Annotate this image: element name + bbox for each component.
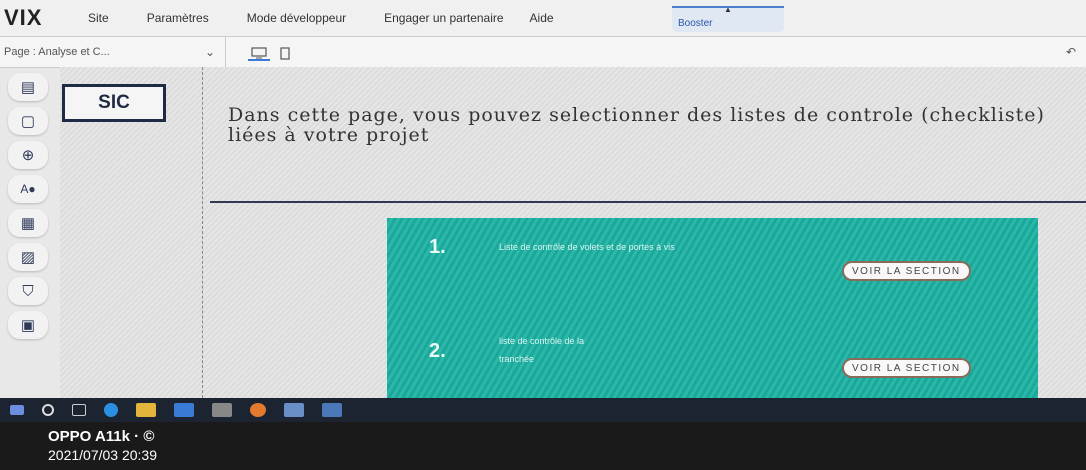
photo-datetime: 2021/07/03 20:39	[48, 447, 157, 463]
page-heading[interactable]: Dans cette page, vous pouvez selectionne…	[228, 105, 1048, 145]
undo-icon[interactable]: ↶	[1066, 45, 1076, 59]
design-icon[interactable]: A●	[8, 175, 48, 203]
grid-guide	[202, 67, 203, 398]
booster-label: Booster	[678, 18, 713, 29]
search-icon[interactable]	[42, 404, 54, 416]
store-app-icon[interactable]	[212, 403, 232, 417]
menu-site[interactable]: Site	[88, 11, 109, 25]
windows-start-icon[interactable]	[10, 405, 24, 415]
menu-parametres[interactable]: Paramètres	[147, 11, 209, 25]
task-view-icon[interactable]	[72, 404, 86, 416]
top-menu-bar: VIX Site Paramètres Mode développeur Eng…	[0, 0, 1086, 36]
voir-section-button[interactable]: VOIR LA SECTION	[842, 261, 971, 281]
desktop-view-button[interactable]	[248, 43, 270, 61]
page-selector-label: Page : Analyse et C...	[4, 46, 110, 58]
mobile-icon	[280, 47, 290, 60]
chevron-down-icon: ⌄	[204, 45, 215, 59]
item-number: 2.	[429, 340, 446, 362]
photos-icon[interactable]	[284, 403, 304, 417]
store-icon[interactable]: ⛉	[8, 277, 48, 305]
chevron-up-icon: ▲	[724, 5, 732, 14]
edge-browser-icon[interactable]	[104, 403, 118, 417]
wix-logo: VIX	[4, 5, 43, 30]
layout-icon[interactable]: ▢	[8, 107, 48, 135]
item-number: 1.	[429, 236, 446, 258]
apps-icon[interactable]: ▦	[8, 209, 48, 237]
editor-subbar: Page : Analyse et C... ⌄ ↶	[0, 36, 1086, 68]
booster-button[interactable]: ▲ Booster	[672, 5, 784, 32]
device-name: OPPO A11k · ©	[48, 428, 155, 445]
desktop-icon	[251, 47, 267, 59]
screen: VIX Site Paramètres Mode développeur Eng…	[0, 0, 1086, 398]
portfolio-icon[interactable]: ▣	[8, 311, 48, 339]
app-window-icon[interactable]	[322, 403, 342, 417]
mail-icon[interactable]	[174, 403, 194, 417]
editor-canvas[interactable]: SIC Dans cette page, vous pouvez selecti…	[60, 67, 1086, 398]
divider-line	[210, 201, 1086, 203]
page-selector[interactable]: Page : Analyse et C... ⌄	[0, 37, 226, 67]
menu-partner[interactable]: Engager un partenaire	[384, 11, 503, 25]
site-logo[interactable]: SIC	[62, 84, 166, 122]
voir-section-button[interactable]: VOIR LA SECTION	[842, 358, 971, 378]
file-explorer-icon[interactable]	[136, 403, 156, 417]
add-icon[interactable]: ⊕	[8, 141, 48, 169]
mobile-view-button[interactable]	[274, 44, 296, 60]
menu-dev-mode[interactable]: Mode développeur	[247, 11, 346, 25]
left-toolbar: ▤ ▢ ⊕ A● ▦ ▨ ⛉ ▣	[0, 67, 60, 398]
item-text: liste de contrôle de la tranchée	[499, 336, 585, 364]
item-text: Liste de contrôle de volets et de portes…	[499, 242, 675, 252]
media-icon[interactable]: ▨	[8, 243, 48, 271]
firefox-icon[interactable]	[250, 403, 266, 417]
checklist-panel[interactable]: 1. Liste de contrôle de volets et de por…	[387, 218, 1038, 398]
windows-taskbar	[0, 398, 1086, 422]
pages-icon[interactable]: ▤	[8, 73, 48, 101]
menu-help[interactable]: Aide	[530, 11, 554, 25]
camera-watermark: OPPO A11k · © 2021/07/03 20:39	[48, 428, 157, 464]
